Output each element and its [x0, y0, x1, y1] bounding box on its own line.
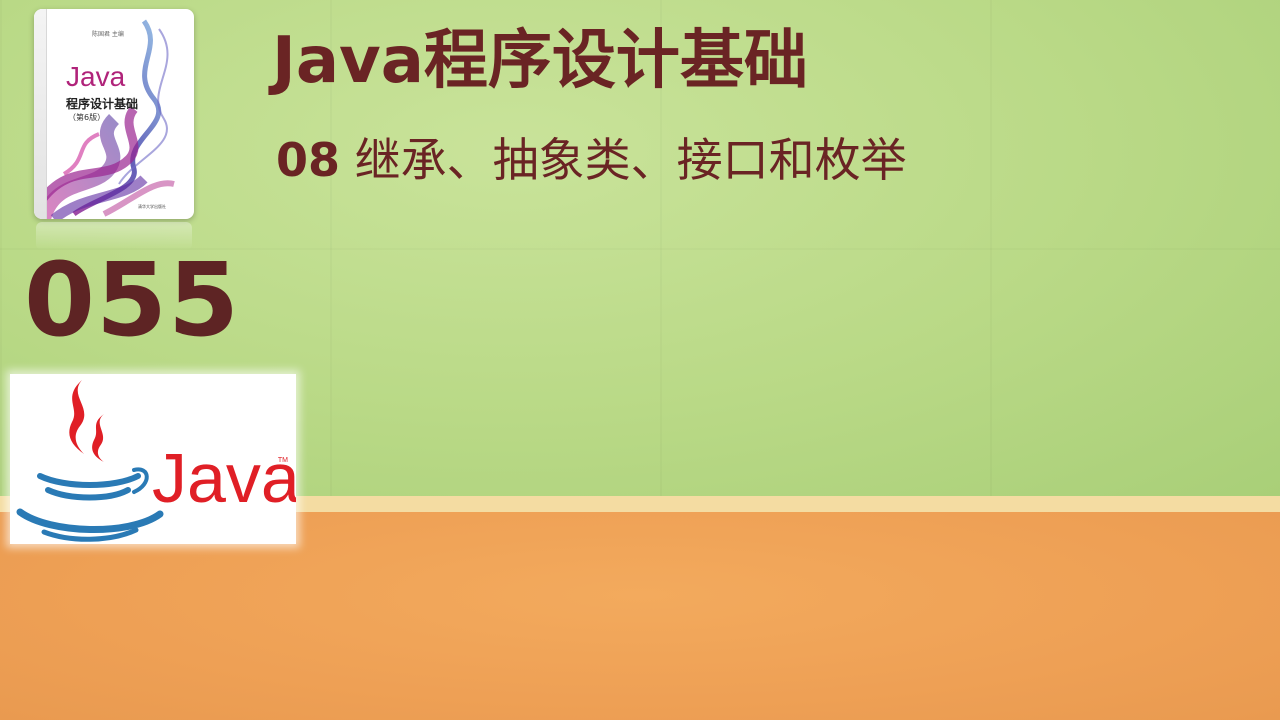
- book-spine: [34, 9, 47, 219]
- chapter-heading: 08 继承、抽象类、接口和枚举: [276, 130, 907, 190]
- book-author: 陈国君 主编: [92, 31, 124, 38]
- java-wordmark: Java: [152, 439, 296, 517]
- chapter-number: 08: [276, 133, 341, 187]
- book-cover-swirl-art: [35, 19, 175, 219]
- book-name: 程序设计基础: [66, 97, 139, 111]
- book-java-title: Java: [66, 61, 126, 92]
- book-cover: 陈国君 主编 Java 程序设计基础 （第6版） 清华大学出版社: [34, 9, 194, 219]
- book-edition: （第6版）: [68, 113, 106, 122]
- slide-title: Java程序设计基础: [272, 24, 808, 98]
- java-trademark: TM: [278, 457, 288, 464]
- java-logo: Java TM: [10, 374, 300, 544]
- java-cup-logo-icon: Java TM: [16, 380, 300, 542]
- book-publisher: 清华大学出版社: [138, 204, 166, 209]
- chapter-title: 继承、抽象类、接口和枚举: [354, 133, 907, 187]
- lesson-number: 055: [24, 241, 240, 360]
